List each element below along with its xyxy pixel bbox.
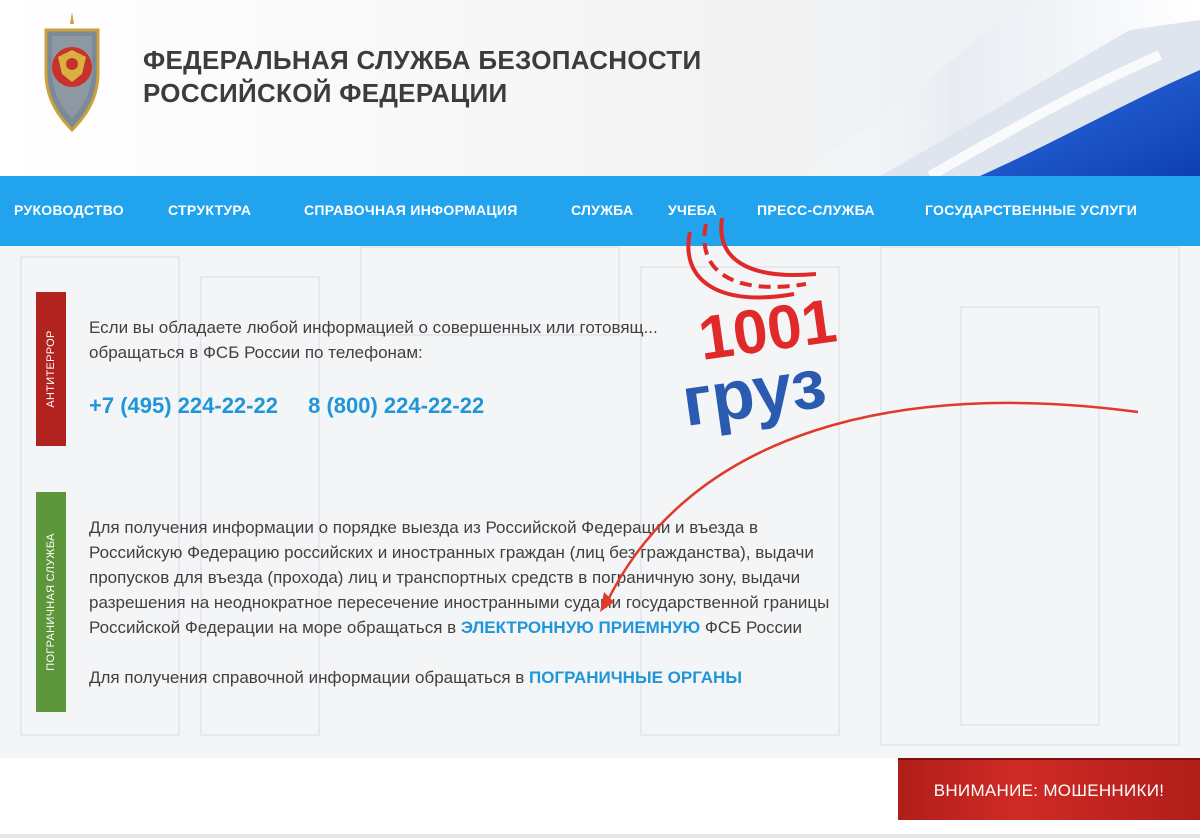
antiterror-text-line1: Если вы обладаете любой информацией о со… — [89, 318, 658, 337]
border-service-tab-label: ПОГРАНИЧНАЯ СЛУЖБА — [45, 533, 57, 671]
nav-item-service[interactable]: СЛУЖБА — [571, 176, 633, 246]
border-text-line1: Для получения информации о порядке выезд… — [89, 518, 758, 537]
border-service-text: Для получения информации о порядке выезд… — [89, 515, 829, 640]
nav-item-state-services[interactable]: ГОСУДАРСТВЕННЫЕ УСЛУГИ — [925, 176, 1137, 246]
organization-title: ФЕДЕРАЛЬНАЯ СЛУЖБА БЕЗОПАСНОСТИ РОССИЙСК… — [143, 44, 701, 110]
border-text-line5-suffix: ФСБ России — [700, 618, 803, 637]
border-info-text: Для получения справочной информации обра… — [89, 665, 742, 690]
site-header: ФЕДЕРАЛЬНАЯ СЛУЖБА БЕЗОПАСНОСТИ РОССИЙСК… — [0, 0, 1200, 176]
border-text-line4: разрешения на неоднократное пересечение … — [89, 593, 830, 612]
nav-item-leadership[interactable]: РУКОВОДСТВО — [14, 176, 124, 246]
organization-title-line2: РОССИЙСКОЙ ФЕДЕРАЦИИ — [143, 78, 508, 108]
antiterror-tab-label: АНТИТЕРРОР — [45, 330, 57, 408]
fraud-warning-button[interactable]: ВНИМАНИЕ: МОШЕННИКИ! — [898, 758, 1200, 820]
border-text-line2: Российскую Федерацию российских и иностр… — [89, 543, 814, 562]
antiterror-text-line2: обращаться в ФСБ России по телефонам: — [89, 343, 423, 362]
border-text-line3: пропусков для въезда (прохода) лиц и тра… — [89, 568, 801, 587]
antiterror-phones: +7 (495) 224-22-22 8 (800) 224-22-22 — [89, 393, 508, 419]
border-info-prefix: Для получения справочной информации обра… — [89, 668, 530, 687]
border-text-line5: Российской Федерации на море обращаться … — [89, 615, 829, 640]
antiterror-tab[interactable]: АНТИТЕРРОР — [36, 292, 66, 446]
russian-flag-banner — [790, 0, 1200, 176]
electronic-reception-link[interactable]: ЭЛЕКТРОННУЮ ПРИЕМНУЮ — [461, 618, 700, 637]
logo-gruz-text: груз — [677, 344, 830, 440]
border-text-line5-prefix: Российской Федерации на море обращаться … — [89, 618, 461, 637]
organization-title-line1: ФЕДЕРАЛЬНАЯ СЛУЖБА БЕЗОПАСНОСТИ — [143, 45, 702, 75]
fsb-emblem-icon — [44, 12, 100, 132]
main-navigation: РУКОВОДСТВО СТРУКТУРА СПРАВОЧНАЯ ИНФОРМА… — [0, 176, 1200, 246]
1001-gruz-logo: 1001 груз — [677, 218, 841, 440]
phone-moscow-link[interactable]: +7 (495) 224-22-22 — [89, 393, 278, 418]
bottom-divider — [0, 834, 1200, 838]
border-agencies-link[interactable]: ПОГРАНИЧНЫЕ ОРГАНЫ — [529, 668, 742, 687]
antiterror-text: Если вы обладаете любой информацией о со… — [89, 315, 658, 365]
nav-item-structure[interactable]: СТРУКТУРА — [168, 176, 251, 246]
nav-item-reference-info[interactable]: СПРАВОЧНАЯ ИНФОРМАЦИЯ — [304, 176, 518, 246]
phone-hotline-link[interactable]: 8 (800) 224-22-22 — [308, 393, 484, 418]
border-service-tab[interactable]: ПОГРАНИЧНАЯ СЛУЖБА — [36, 492, 66, 712]
